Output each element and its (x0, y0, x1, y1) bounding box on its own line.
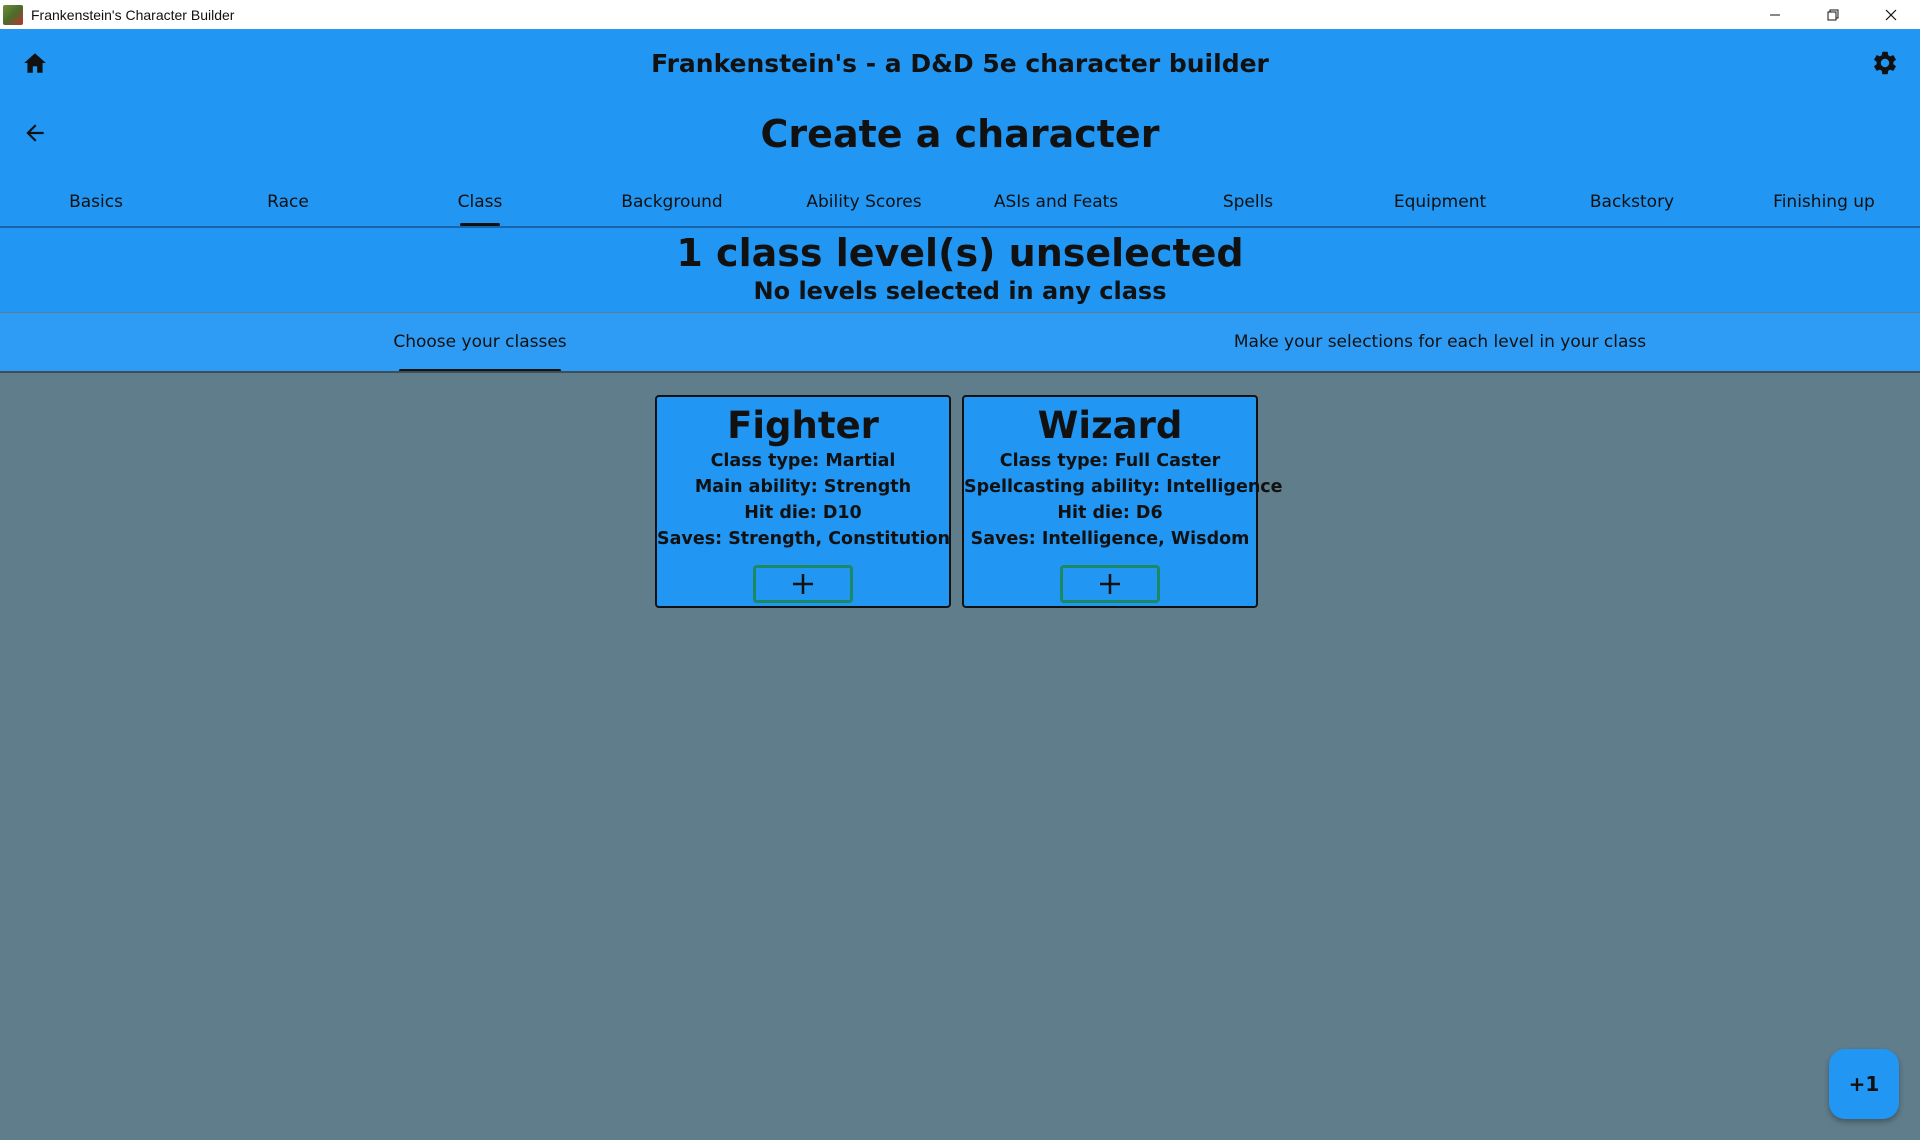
tab-background[interactable]: Background (576, 179, 768, 226)
class-subtabs: Choose your classes Make your selections… (0, 313, 1920, 372)
class-card-fighter: Fighter Class type: Martial Main ability… (655, 395, 951, 608)
minimize-button[interactable] (1746, 0, 1804, 29)
tab-finishing-up[interactable]: Finishing up (1728, 179, 1920, 226)
tab-equipment[interactable]: Equipment (1344, 179, 1536, 226)
tab-race[interactable]: Race (192, 179, 384, 226)
tab-backstory[interactable]: Backstory (1536, 179, 1728, 226)
add-level-fab[interactable]: +1 (1829, 1049, 1899, 1119)
unselected-levels-heading: 1 class level(s) unselected (676, 231, 1244, 275)
window-title: Frankenstein's Character Builder (31, 6, 235, 23)
status-panel: 1 class level(s) unselected No levels se… (0, 228, 1920, 312)
main-ability: Main ability: Strength (694, 477, 912, 497)
class-card-wizard: Wizard Class type: Full Caster Spellcast… (962, 395, 1283, 608)
class-card-list: Fighter Class type: Martial Main ability… (655, 395, 1283, 608)
tab-spells[interactable]: Spells (1152, 179, 1344, 226)
restore-button[interactable] (1804, 0, 1862, 29)
tab-basics[interactable]: Basics (0, 179, 192, 226)
minimize-icon (1770, 14, 1780, 15)
tab-asis-and-feats[interactable]: ASIs and Feats (960, 179, 1152, 226)
subtab-level-selections[interactable]: Make your selections for each level in y… (960, 313, 1920, 372)
saves: Saves: Intelligence, Wisdom (970, 529, 1250, 549)
app-title: Frankenstein's - a D&D 5e character buil… (651, 49, 1269, 78)
saves: Saves: Strength, Constitution (657, 529, 950, 549)
window-controls (1746, 0, 1920, 29)
selected-levels-summary: No levels selected in any class (753, 277, 1167, 305)
tab-class[interactable]: Class (384, 179, 576, 226)
hit-die: Hit die: D10 (744, 503, 862, 523)
class-type: Class type: Full Caster (999, 451, 1221, 471)
step-tabs: Basics Race Class Background Ability Sco… (0, 179, 1920, 226)
spellcasting-ability: Spellcasting ability: Intelligence (964, 477, 1283, 497)
app-icon (3, 4, 23, 25)
page-title: Create a character (760, 112, 1160, 156)
gear-icon (1874, 51, 1896, 75)
subtabs-divider (0, 371, 1920, 373)
plus-icon (1100, 574, 1120, 594)
settings-button[interactable] (1861, 39, 1909, 87)
plus-icon (793, 574, 813, 594)
class-type: Class type: Martial (710, 451, 896, 471)
subtab-choose-classes[interactable]: Choose your classes (0, 313, 960, 372)
class-name: Wizard (1037, 404, 1183, 447)
tab-ability-scores[interactable]: Ability Scores (768, 179, 960, 226)
app-header: Frankenstein's - a D&D 5e character buil… (0, 29, 1920, 227)
add-fighter-level-button[interactable] (753, 565, 853, 603)
restore-icon (1827, 9, 1839, 20)
window-titlebar: Frankenstein's Character Builder (0, 0, 1920, 29)
hit-die: Hit die: D6 (1057, 503, 1163, 523)
class-name: Fighter (727, 404, 879, 447)
add-wizard-level-button[interactable] (1060, 565, 1160, 603)
close-icon (1885, 9, 1897, 20)
close-button[interactable] (1862, 0, 1920, 29)
